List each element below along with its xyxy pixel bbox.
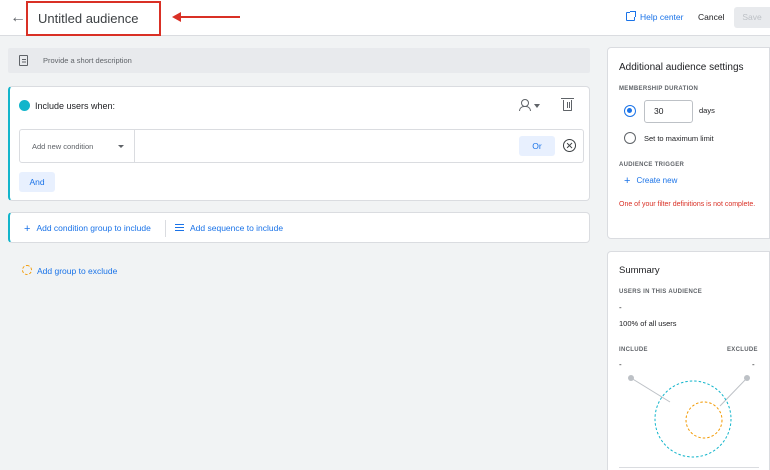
- include-group-card: Include users when: Add new condition Or…: [8, 86, 590, 201]
- include-connector-dot: [628, 375, 634, 381]
- include-venn-circle: [654, 380, 732, 458]
- exclude-connector-dot: [744, 375, 750, 381]
- audience-title[interactable]: Untitled audience: [38, 11, 138, 26]
- sequence-list-icon: [175, 224, 184, 231]
- error-message: One of your filter definitions is not co…: [619, 201, 756, 208]
- additional-settings-card: Additional audience settings MEMBERSHIP …: [607, 47, 770, 239]
- users-caption: USERS IN THIS AUDIENCE: [619, 289, 703, 295]
- days-label: days: [699, 106, 715, 115]
- users-percent: 100% of all users: [619, 319, 677, 328]
- exclude-connector-line: [719, 377, 748, 407]
- and-button[interactable]: And: [19, 172, 55, 192]
- condition-row: Add new condition Or: [19, 129, 584, 163]
- cancel-button[interactable]: Cancel: [698, 12, 724, 22]
- add-group-to-exclude-link[interactable]: Add group to exclude: [37, 266, 117, 276]
- summary-divider: [619, 467, 759, 468]
- include-caption: INCLUDE: [619, 347, 648, 353]
- remove-condition-icon[interactable]: [563, 139, 576, 152]
- venn-diagram: [628, 375, 750, 458]
- exclude-venn-circle: [685, 401, 723, 439]
- save-button[interactable]: Save: [734, 7, 770, 28]
- plus-icon: +: [24, 223, 31, 235]
- add-condition-group-button[interactable]: + Add condition group to include: [24, 223, 151, 235]
- person-scope-icon[interactable]: [519, 99, 535, 111]
- add-condition-group-label: Add condition group to include: [36, 223, 151, 233]
- add-condition-dropdown[interactable]: Add new condition: [20, 130, 135, 162]
- membership-duration-caption: MEMBERSHIP DURATION: [619, 86, 699, 92]
- exclude-dot-icon: [22, 265, 32, 275]
- document-icon: [19, 55, 28, 66]
- plus-icon: +: [624, 175, 631, 187]
- help-center-link[interactable]: Help center: [626, 11, 684, 22]
- add-sequence-button[interactable]: Add sequence to include: [175, 223, 283, 233]
- duration-days-radio[interactable]: [624, 105, 636, 117]
- include-dot-icon: [19, 100, 30, 111]
- or-button[interactable]: Or: [519, 136, 555, 156]
- include-group-title: Include users when:: [35, 101, 116, 111]
- maximum-limit-radio[interactable]: [624, 132, 636, 144]
- include-connector-line: [630, 377, 671, 403]
- annotation-arrow-line: [180, 16, 240, 18]
- create-new-label: Create new: [636, 176, 678, 185]
- title-highlight-box: Untitled audience: [26, 1, 161, 36]
- audience-trigger-caption: AUDIENCE TRIGGER: [619, 162, 685, 168]
- help-center-label: Help center: [640, 12, 684, 22]
- top-bar: ← Untitled audience Help center Cancel S…: [0, 0, 770, 36]
- summary-card: Summary USERS IN THIS AUDIENCE - 100% of…: [607, 251, 770, 470]
- delete-icon[interactable]: [561, 98, 574, 111]
- external-link-icon: [626, 11, 636, 21]
- create-new-trigger-button[interactable]: + Create new: [624, 175, 677, 187]
- condition-placeholder: Add new condition: [32, 142, 94, 151]
- divider: [165, 220, 166, 237]
- description-field[interactable]: Provide a short description: [8, 48, 590, 73]
- back-arrow-icon[interactable]: ←: [9, 9, 27, 27]
- exclude-caption: EXCLUDE: [727, 347, 758, 353]
- description-placeholder: Provide a short description: [43, 56, 132, 65]
- days-input[interactable]: 30: [644, 100, 693, 123]
- users-value: -: [619, 303, 622, 312]
- chevron-down-icon[interactable]: [534, 104, 540, 108]
- add-sequence-label: Add sequence to include: [190, 223, 284, 233]
- dropdown-caret-icon: [118, 145, 124, 148]
- add-actions-card: + Add condition group to include Add sequ…: [8, 212, 590, 243]
- maximum-limit-label: Set to maximum limit: [644, 134, 714, 143]
- settings-title: Additional audience settings: [619, 62, 744, 73]
- summary-title: Summary: [619, 265, 660, 276]
